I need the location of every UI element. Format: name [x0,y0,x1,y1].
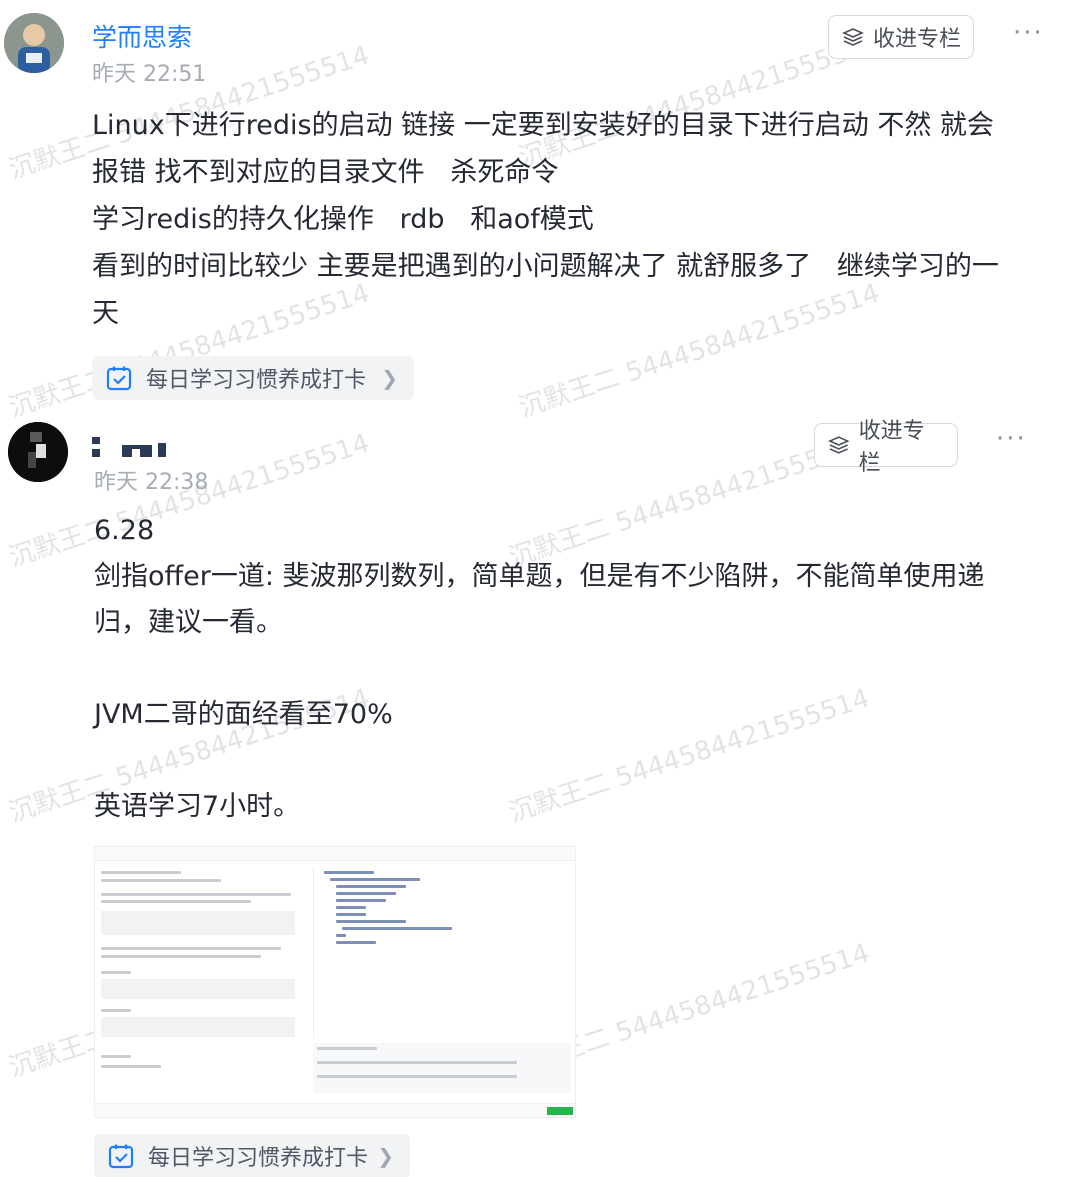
attached-screenshot-image[interactable] [94,846,576,1118]
calendar-check-icon [106,366,132,391]
content-line: 剑指offer一道: 斐波那列数列，简单题，但是有不少陷阱，不能简单使用递 [94,561,985,592]
calendar-check-icon [108,1144,134,1169]
collect-icon [828,436,850,454]
pixelated-username-icon [92,437,166,457]
topic-label: 每日学习习惯养成打卡 [146,368,367,393]
post-time: 昨天 22:38 [94,470,209,495]
content-line: 6.28 [94,515,155,546]
content-line: Linux下进行redis的启动 链接 一定要到安装好的目录下进行启动 不然 就… [92,110,994,141]
content-line: 看到的时间比较少 主要是把遇到的小问题解决了 就舒服多了 继续学习的一 [92,251,999,282]
username[interactable] [92,434,172,463]
collect-to-column-button[interactable]: 收进专栏 [814,419,958,476]
content-line: 报错 找不到对应的目录文件 杀死命令 [92,157,559,188]
content-line: 天 [92,298,119,329]
content-line: 学习redis的持久化操作 rdb 和aof模式 [92,204,594,235]
post-time: 昨天 22:51 [92,62,207,87]
avatar[interactable] [8,422,68,482]
content-line: 归，建议一看。 [94,607,283,638]
collect-label: 收进专栏 [873,27,962,52]
topic-label: 每日学习习惯养成打卡 [148,1146,369,1171]
collect-to-column-button[interactable]: 收进专栏 [828,15,974,59]
collect-icon [842,28,864,46]
post-content: 6.28 剑指offer一道: 斐波那列数列，简单题，但是有不少陷阱，不能简单使… [94,508,1054,830]
collect-label: 收进专栏 [858,419,925,476]
avatar[interactable] [4,13,64,73]
topic-tag[interactable]: 每日学习习惯养成打卡 ❯ [94,1134,410,1177]
more-options-icon[interactable]: ··· [996,424,1027,454]
more-options-icon[interactable]: ··· [1013,18,1044,48]
username[interactable]: 学而思索 [92,18,192,54]
content-line: JVM二哥的面经看至70% [94,699,393,730]
chevron-right-icon: ❯ [377,1144,394,1168]
content-line: 英语学习7小时。 [94,791,301,822]
topic-tag[interactable]: 每日学习习惯养成打卡 ❯ [92,356,414,400]
post-content: Linux下进行redis的启动 链接 一定要到安装好的目录下进行启动 不然 就… [92,102,1052,337]
chevron-right-icon: ❯ [381,366,398,390]
